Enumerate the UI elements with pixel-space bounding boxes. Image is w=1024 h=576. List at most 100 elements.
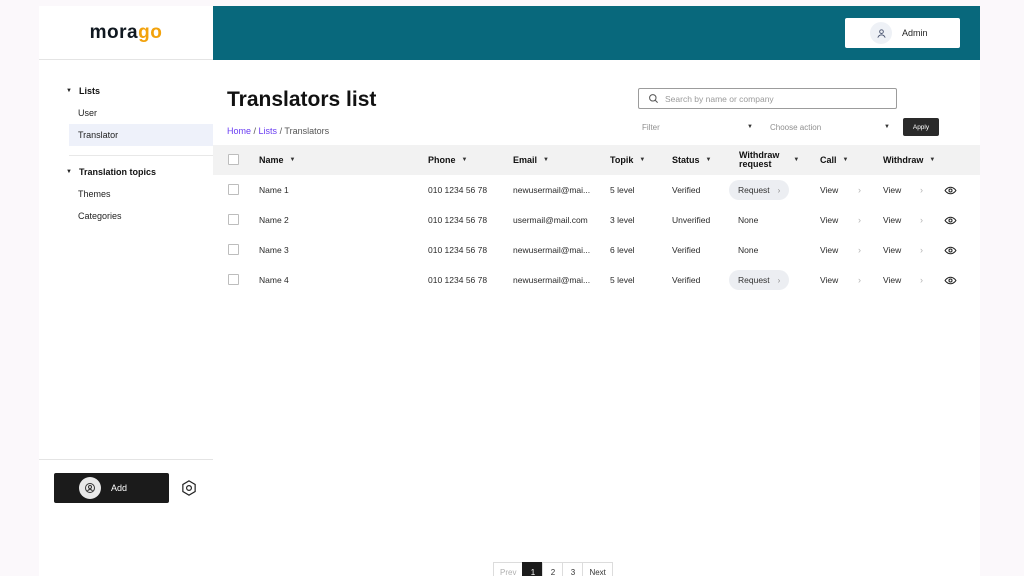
call-chevron-icon[interactable]: ›: [858, 235, 861, 265]
caret-down-icon: ▼: [66, 88, 72, 94]
cell-withdraw-request: None: [738, 245, 759, 255]
caret-down-icon: ▼: [747, 124, 753, 130]
row-checkbox[interactable]: [228, 274, 239, 285]
cell-call: View: [820, 205, 838, 235]
cell-topik: 5 level: [610, 275, 635, 285]
withdraw-view-link[interactable]: View: [883, 185, 901, 195]
column-header-status-label: Status: [672, 155, 700, 165]
admin-label: Admin: [902, 28, 928, 38]
eye-icon[interactable]: [944, 205, 957, 235]
chevron-right-icon: ›: [777, 275, 781, 285]
action-select[interactable]: Choose action ▼: [770, 119, 890, 135]
column-header-withdraw-label: Withdraw: [883, 155, 924, 165]
pagination-page-3[interactable]: 3: [562, 562, 583, 576]
call-chevron-icon[interactable]: ›: [858, 205, 861, 235]
withdraw-view-link[interactable]: View: [883, 215, 901, 225]
column-header-topik-label: Topik: [610, 155, 634, 165]
call-view-link[interactable]: View: [820, 185, 838, 195]
sort-caret-icon: ▼: [929, 157, 936, 163]
withdraw-chevron-icon[interactable]: ›: [920, 235, 923, 265]
eye-icon[interactable]: [944, 175, 957, 205]
sort-caret-icon: ▼: [842, 157, 849, 163]
user-avatar-icon: [870, 22, 892, 44]
search-input[interactable]: [665, 93, 885, 104]
sidebar-item-translator[interactable]: Translator: [69, 124, 213, 146]
column-header-topik[interactable]: Topik ▼: [610, 145, 645, 175]
add-user-icon: [79, 477, 101, 499]
sidebar-item-themes[interactable]: Themes: [39, 183, 213, 205]
cell-name: Name 1: [259, 185, 289, 195]
cell-phone: 010 1234 56 78: [428, 215, 488, 225]
sort-caret-icon: ▼: [543, 157, 549, 163]
withdraw-request-label: Request: [738, 275, 770, 285]
sort-caret-icon: ▼: [639, 157, 646, 163]
translators-table: Name ▼ Phone ▼ Email ▼ Topik ▼ Status ▼ Withd…: [213, 145, 980, 295]
eye-icon[interactable]: [944, 235, 957, 265]
eye-icon[interactable]: [944, 265, 957, 295]
column-header-withdraw-request[interactable]: Withdraw request ▼: [739, 145, 799, 175]
admin-menu-button[interactable]: Admin: [845, 18, 960, 48]
cell-status: Verified: [672, 245, 701, 255]
add-button[interactable]: Add: [54, 473, 169, 503]
cell-withdraw-request: Request ›: [729, 265, 790, 295]
call-chevron-icon[interactable]: ›: [858, 175, 861, 205]
pagination-next-button[interactable]: Next: [582, 562, 613, 576]
call-chevron-icon[interactable]: ›: [858, 265, 861, 295]
logo-text-left: mora: [89, 21, 139, 43]
pagination-prev-button[interactable]: Prev: [493, 562, 523, 576]
cell-call: View: [820, 265, 838, 295]
column-header-phone[interactable]: Phone ▼: [428, 145, 467, 175]
withdraw-request-button[interactable]: Request ›: [729, 270, 790, 290]
cell-topik: 3 level: [610, 215, 635, 225]
app-frame: morago ▼ Lists User Translator ▼ Transla…: [39, 6, 980, 576]
withdraw-request-button[interactable]: Request ›: [729, 180, 790, 200]
call-view-link[interactable]: View: [820, 215, 838, 225]
withdraw-chevron-icon[interactable]: ›: [920, 265, 923, 295]
column-header-name-label: Name: [259, 155, 284, 165]
cell-phone: 010 1234 56 78: [428, 245, 488, 255]
cell-status: Verified: [672, 185, 701, 195]
withdraw-chevron-icon[interactable]: ›: [920, 175, 923, 205]
cell-withdraw-request: Request ›: [729, 175, 790, 205]
withdraw-request-label: Request: [738, 185, 770, 195]
logo-area: morago: [39, 6, 213, 60]
select-all-checkbox[interactable]: [228, 154, 239, 165]
sidebar-item-user[interactable]: User: [39, 102, 213, 124]
sort-caret-icon: ▼: [461, 157, 468, 163]
row-checkbox[interactable]: [228, 244, 239, 255]
filter-select-label: Filter: [642, 122, 660, 132]
logo[interactable]: morago: [90, 22, 163, 44]
column-header-call[interactable]: Call ▼: [820, 145, 848, 175]
apply-button[interactable]: Apply: [903, 118, 939, 136]
column-header-email[interactable]: Email ▼: [513, 145, 549, 175]
breadcrumb-lists[interactable]: Lists: [259, 126, 278, 136]
cell-withdraw: View: [883, 205, 901, 235]
nav-group-topics-toggle[interactable]: ▼ Translation topics: [39, 165, 213, 179]
breadcrumb-home[interactable]: Home: [227, 126, 251, 136]
filter-select[interactable]: Filter ▼: [642, 119, 753, 135]
row-checkbox[interactable]: [228, 214, 239, 225]
cell-phone: 010 1234 56 78: [428, 275, 488, 285]
row-checkbox[interactable]: [228, 184, 239, 195]
nav-group-lists-toggle[interactable]: ▼ Lists: [39, 84, 213, 98]
pagination-page-1[interactable]: 1: [522, 562, 543, 576]
withdraw-view-link[interactable]: View: [883, 245, 901, 255]
add-button-label: Add: [111, 483, 128, 493]
nav-list-lists: User Translator: [39, 102, 213, 146]
settings-icon[interactable]: [180, 479, 198, 497]
nav-group-lists-label: Lists: [78, 86, 100, 96]
withdraw-chevron-icon[interactable]: ›: [920, 205, 923, 235]
column-header-name[interactable]: Name ▼: [259, 145, 295, 175]
column-header-withdraw[interactable]: Withdraw ▼: [883, 145, 935, 175]
sidebar-item-categories[interactable]: Categories: [39, 205, 213, 227]
call-view-link[interactable]: View: [820, 275, 838, 285]
cell-name: Name 4: [259, 275, 289, 285]
logo-text-right: go: [138, 21, 163, 43]
call-view-link[interactable]: View: [820, 245, 838, 255]
pagination-page-2[interactable]: 2: [542, 562, 563, 576]
cell-email: usermail@mail.com: [513, 215, 588, 225]
column-header-call-label: Call: [820, 155, 837, 165]
withdraw-view-link[interactable]: View: [883, 275, 901, 285]
column-header-status[interactable]: Status ▼: [672, 145, 711, 175]
cell-name: Name 2: [259, 215, 289, 225]
